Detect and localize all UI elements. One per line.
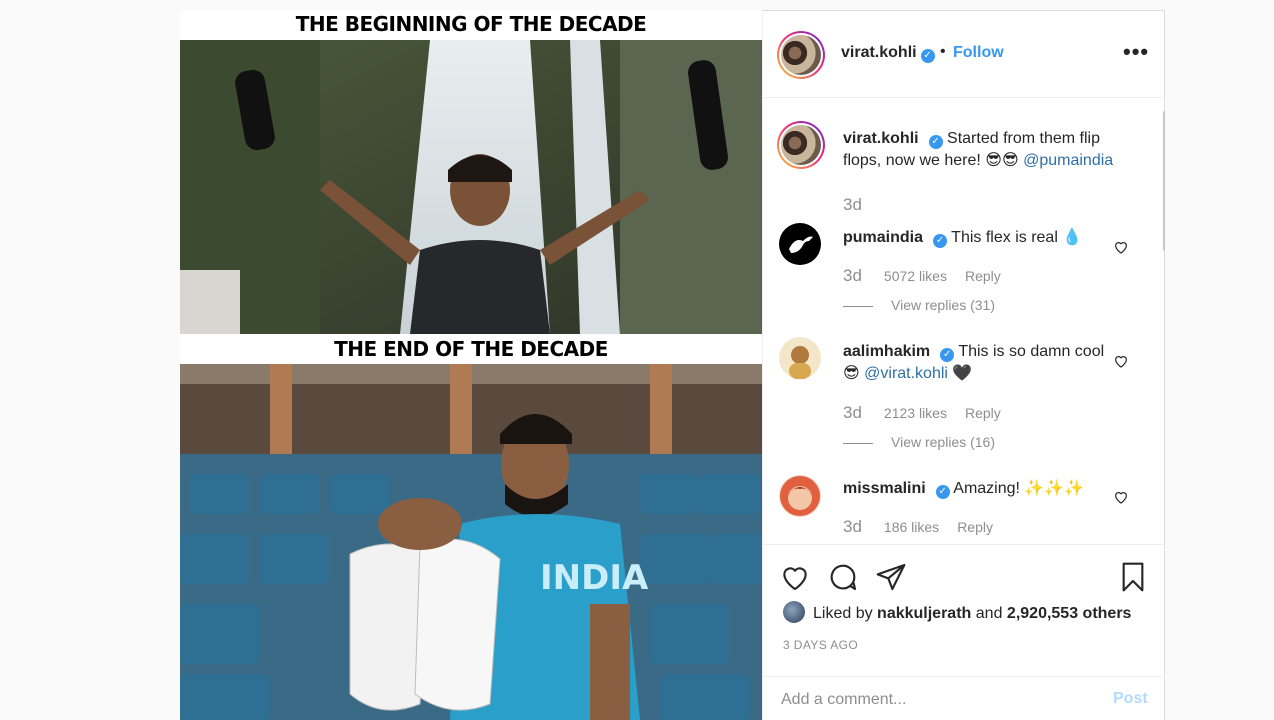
comment-username[interactable]: missmalini: [843, 480, 926, 497]
comment-time: 3d: [843, 403, 862, 422]
meme-caption-top: THE BEGINNING OF THE DECADE: [180, 10, 762, 40]
likes-count[interactable]: 2,920,553 others: [1007, 605, 1132, 622]
photo-waterfall-flip-flops: [180, 40, 762, 334]
caption-avatar[interactable]: [777, 121, 825, 169]
comment-mention-link[interactable]: @virat.kohli: [864, 365, 948, 382]
meme-caption-bottom: THE END OF THE DECADE: [180, 334, 762, 364]
comments-scrollbar[interactable]: [1163, 111, 1165, 251]
comment-meta: 3d 5072 likes Reply: [843, 266, 1019, 286]
comment-avatar-missmalini[interactable]: [779, 475, 821, 517]
verified-badge-icon: ✓: [933, 234, 948, 248]
liked-by-prefix: Liked by: [813, 605, 873, 622]
comment-text: missmalini ✓ Amazing! ✨✨✨: [843, 478, 1123, 500]
comment-meta: 3d 186 likes Reply: [843, 517, 1011, 537]
view-replies-button[interactable]: View replies (16): [843, 434, 995, 450]
comment-body: This flex is real 💧: [951, 229, 1083, 246]
comment-likes[interactable]: 186 likes: [884, 519, 939, 535]
comments-list[interactable]: virat.kohli ✓ Started from them flip flop…: [763, 99, 1165, 544]
liker-avatar[interactable]: [783, 601, 805, 623]
reply-button[interactable]: Reply: [965, 405, 1001, 421]
photo-stadium-sneakers: INDIA: [180, 364, 762, 720]
caption-text: virat.kohli ✓ Started from them flip flop…: [843, 128, 1123, 172]
caption-time: 3d: [843, 195, 862, 214]
verified-badge-icon: ✓: [920, 49, 935, 63]
reply-button[interactable]: Reply: [957, 519, 993, 535]
comment-suffix: 🖤: [952, 365, 973, 382]
add-comment-section: Post: [763, 676, 1165, 720]
verified-badge-icon: ✓: [928, 135, 943, 149]
post-media[interactable]: THE BEGINNING OF THE DECADE THE END OF T…: [180, 10, 762, 720]
comment-meta: 3d 2123 likes Reply: [843, 403, 1019, 423]
liker-username[interactable]: nakkuljerath: [877, 605, 971, 622]
liked-by-line[interactable]: Liked by nakkuljerath and 2,920,553 othe…: [783, 601, 1131, 623]
author-avatar[interactable]: [777, 31, 825, 79]
shirt-print: INDIA: [540, 558, 649, 598]
comment-icon[interactable]: [827, 561, 859, 593]
comment-like-heart-icon[interactable]: [1113, 239, 1129, 255]
post-timestamp[interactable]: 3 DAYS AGO: [783, 638, 858, 652]
header-separator: •: [940, 43, 946, 60]
comment-avatar-aalimhakim[interactable]: [779, 337, 821, 379]
comment-time: 3d: [843, 266, 862, 285]
caption-meta: 3d: [843, 195, 884, 215]
author-username[interactable]: virat.kohli: [841, 44, 917, 61]
share-icon[interactable]: [875, 561, 907, 593]
post-comment-button[interactable]: Post: [1113, 690, 1148, 708]
comment-text: pumaindia ✓ This flex is real 💧: [843, 227, 1123, 249]
post-side-panel: virat.kohli ✓ • Follow ••• virat.kohli ✓ S…: [762, 10, 1165, 720]
view-replies-button[interactable]: View replies (31): [843, 297, 995, 313]
comment-like-heart-icon[interactable]: [1113, 489, 1129, 505]
comment-body: Amazing! ✨✨✨: [953, 480, 1085, 497]
comment-text: aalimhakim ✓ This is so damn cool 😎 @vira…: [843, 341, 1123, 385]
heart-icon[interactable]: [779, 561, 811, 593]
comment-avatar-pumaindia[interactable]: [779, 223, 821, 265]
liked-by-middle: and: [975, 605, 1003, 622]
author-username-block[interactable]: virat.kohli ✓: [841, 44, 935, 63]
caption-username[interactable]: virat.kohli: [843, 130, 919, 147]
comment-like-heart-icon[interactable]: [1113, 353, 1129, 369]
caption-mention-link[interactable]: @pumaindia: [1023, 152, 1113, 169]
post-header: virat.kohli ✓ • Follow •••: [763, 11, 1165, 98]
more-options-icon[interactable]: •••: [1123, 39, 1149, 65]
comment-likes[interactable]: 5072 likes: [884, 268, 947, 284]
follow-button[interactable]: Follow: [953, 44, 1004, 62]
comment-input[interactable]: [781, 687, 1091, 713]
reply-button[interactable]: Reply: [965, 268, 1001, 284]
verified-badge-icon: ✓: [935, 485, 950, 499]
comment-username[interactable]: pumaindia: [843, 229, 923, 246]
comment-username[interactable]: aalimhakim: [843, 343, 930, 360]
comment-likes[interactable]: 2123 likes: [884, 405, 947, 421]
comment-time: 3d: [843, 517, 862, 536]
bookmark-icon[interactable]: [1117, 561, 1149, 593]
verified-badge-icon: ✓: [940, 348, 955, 362]
